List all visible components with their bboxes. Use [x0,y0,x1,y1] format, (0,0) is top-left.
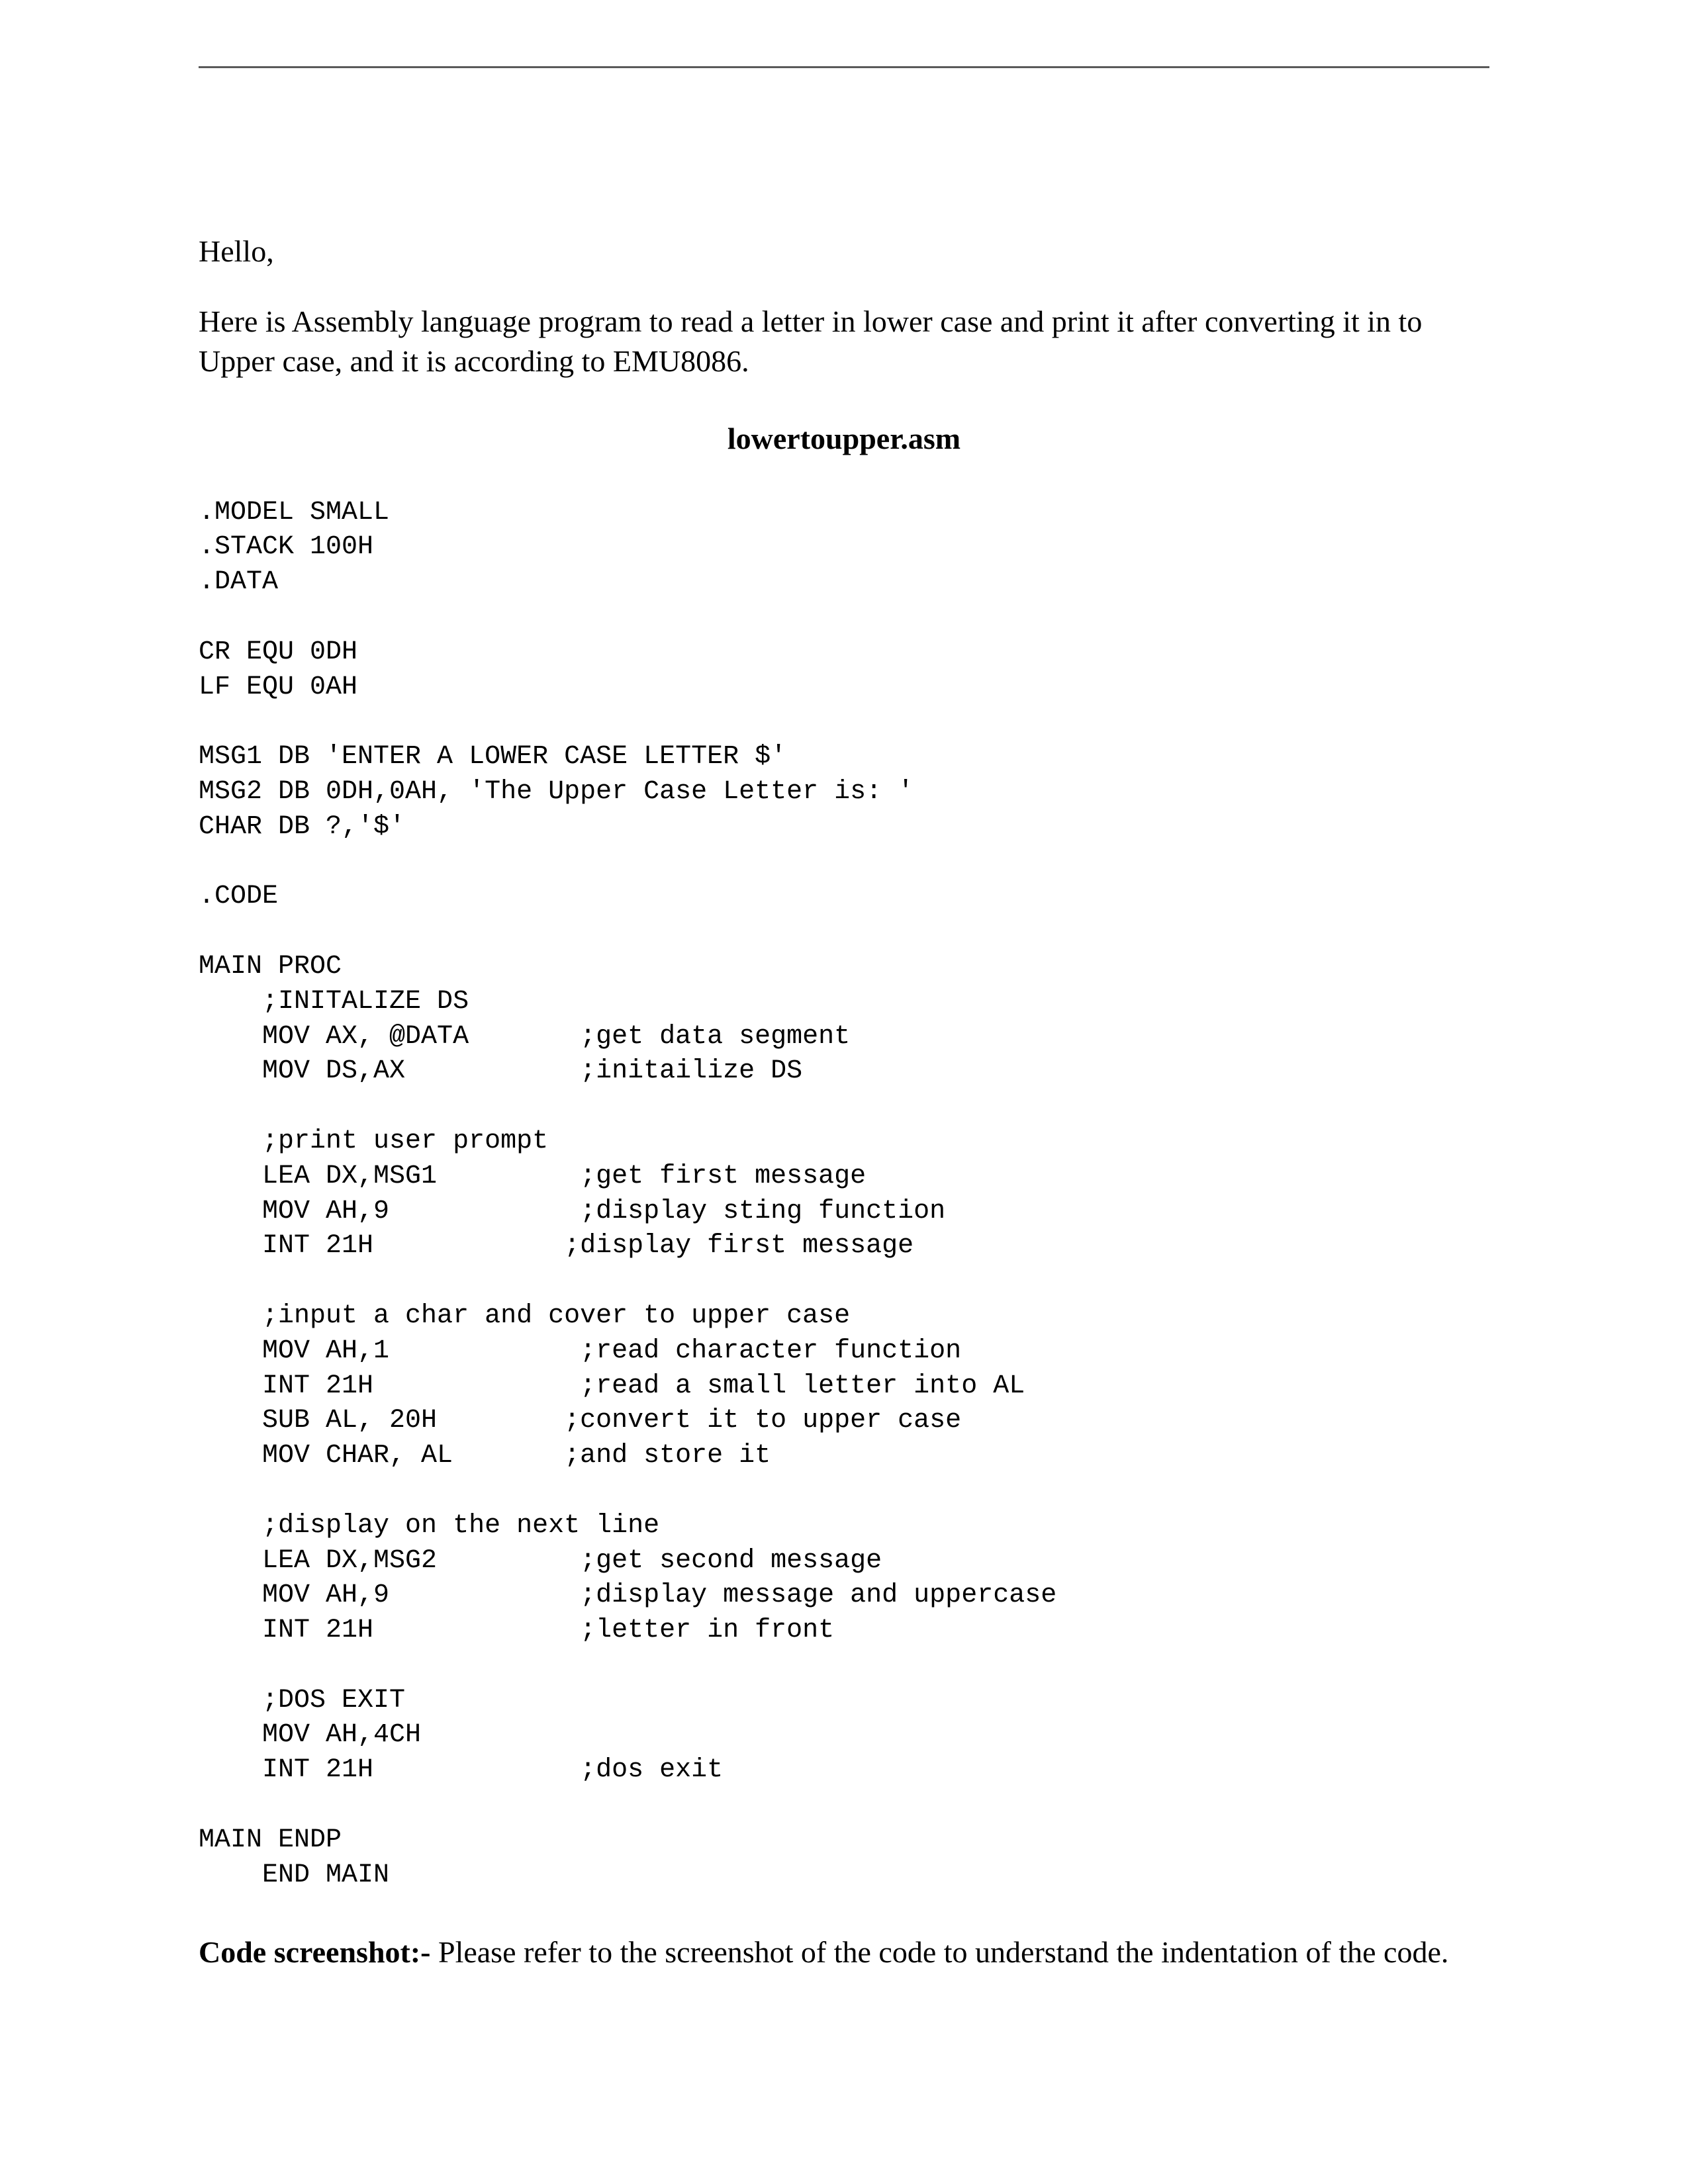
assembly-code-block: .MODEL SMALL .STACK 100H .DATA CR EQU 0D… [199,496,1489,1893]
intro-paragraph: Here is Assembly language program to rea… [199,302,1489,381]
footer-note: Code screenshot:- Please refer to the sc… [199,1933,1489,1972]
footer-bold-label: Code screenshot:- [199,1935,438,1969]
footer-rest-text: Please refer to the screenshot of the co… [438,1935,1448,1969]
document-page: Hello, Here is Assembly language program… [0,0,1688,2038]
greeting-text: Hello, [199,234,1489,269]
filename-heading: lowertoupper.asm [199,421,1489,456]
top-horizontal-rule [199,66,1489,68]
